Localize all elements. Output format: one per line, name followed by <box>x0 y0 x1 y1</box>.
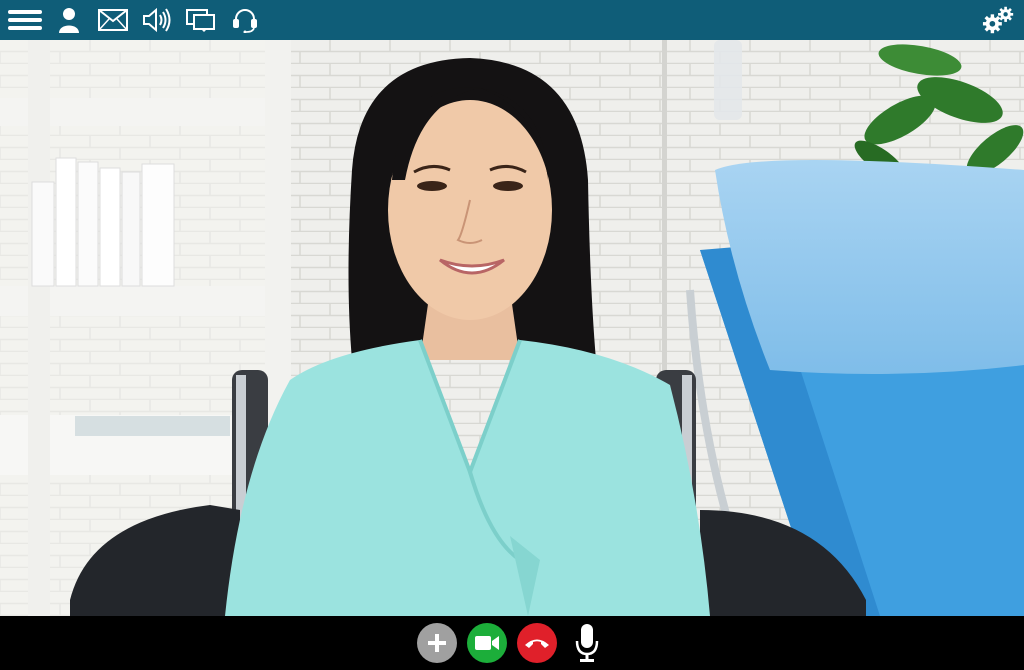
menu-icon[interactable] <box>8 5 42 35</box>
camera-button[interactable] <box>467 623 507 663</box>
call-controls-bar <box>0 616 1024 670</box>
microphone-icon <box>575 624 599 662</box>
user-icon[interactable] <box>52 5 86 35</box>
top-toolbar <box>0 0 1024 40</box>
toolbar-right-group <box>982 5 1016 35</box>
headset-icon[interactable] <box>228 5 262 35</box>
video-scene <box>0 40 1024 616</box>
hang-up-button[interactable] <box>517 623 557 663</box>
gear-icon[interactable] <box>982 5 1016 35</box>
plus-icon <box>428 634 446 652</box>
video-call-window <box>0 0 1024 670</box>
microphone-button[interactable] <box>567 623 607 663</box>
phone-hangup-icon <box>525 639 549 648</box>
video-feed <box>0 40 1024 616</box>
mail-icon[interactable] <box>96 5 130 35</box>
add-participant-button[interactable] <box>417 623 457 663</box>
screens-icon[interactable] <box>184 5 218 35</box>
speaker-icon[interactable] <box>140 5 174 35</box>
video-camera-icon <box>475 636 499 650</box>
toolbar-left-group <box>8 5 262 35</box>
iv-pole <box>662 40 667 370</box>
